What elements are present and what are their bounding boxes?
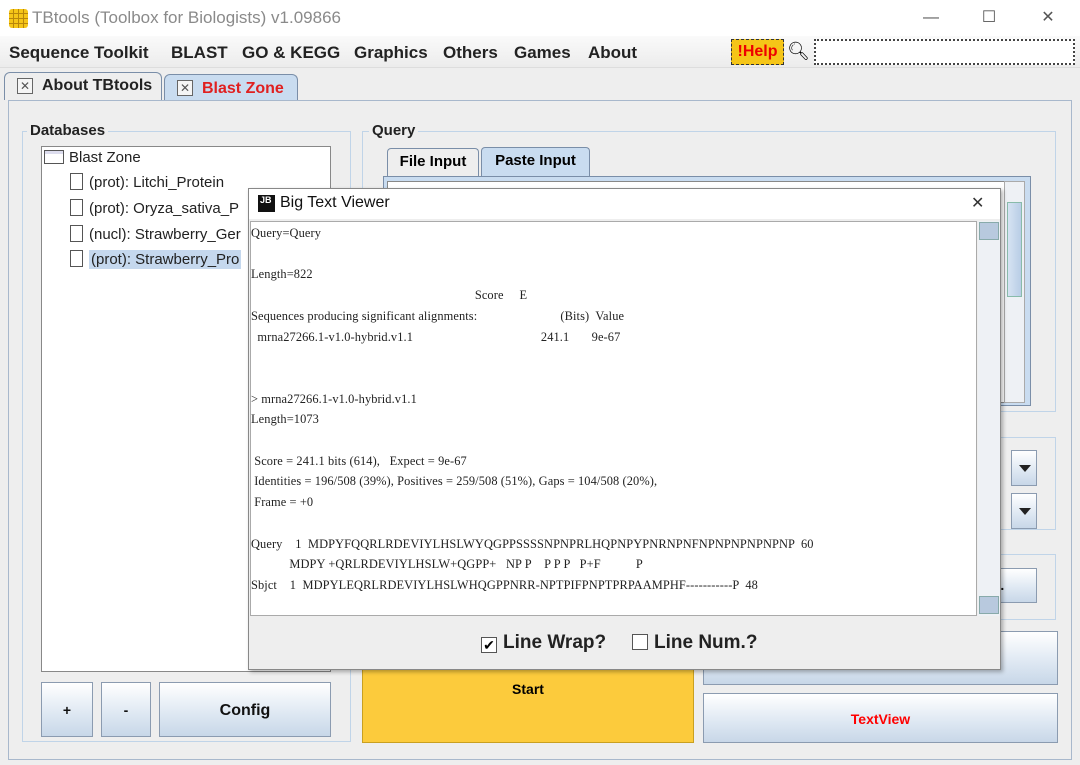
file-icon xyxy=(70,225,83,242)
window-title: TBtools (Toolbox for Biologists) v1.0986… xyxy=(32,8,341,27)
tree-item[interactable]: (prot): Litchi_Protein xyxy=(70,173,224,191)
blast-result-text: Query=Query Length=822 Score E Sequences … xyxy=(251,223,814,596)
line-num-label: Line Num.? xyxy=(654,632,758,653)
tree-item[interactable]: (nucl): Strawberry_Ger xyxy=(70,225,241,243)
text-line xyxy=(251,347,814,368)
text-line: Query=Query xyxy=(251,226,322,240)
menu-graphics[interactable]: Graphics xyxy=(354,43,428,63)
text-line xyxy=(251,368,814,389)
chevron-down-icon[interactable] xyxy=(1011,450,1037,486)
menu-games[interactable]: Games xyxy=(514,43,571,63)
result-scrollbar[interactable] xyxy=(978,221,1000,616)
tree-item-label: (nucl): Strawberry_Ger xyxy=(89,226,241,243)
remove-database-button[interactable]: - xyxy=(101,682,151,737)
app-logo-icon xyxy=(9,9,28,28)
text-line xyxy=(251,513,814,534)
scroll-up-icon[interactable] xyxy=(979,222,999,240)
text-line: Score E xyxy=(251,288,528,303)
line-wrap-label: Line Wrap? xyxy=(503,632,607,653)
tab-about-tbtools[interactable]: ✕ About TBtools xyxy=(4,72,162,100)
tree-item-label: (prot): Strawberry_Pro xyxy=(89,250,242,269)
text-line: Sbjct 1 MDPYLEQRLRDEVIYLHSLWHQGPPNRR-NPT… xyxy=(251,577,758,592)
menu-blast[interactable]: BLAST xyxy=(171,43,228,63)
tree-root[interactable]: Blast Zone xyxy=(44,149,141,166)
tree-item-label: (prot): Litchi_Protein xyxy=(89,174,225,191)
text-line: Score = 241.1 bits (614), Expect = 9e-67 xyxy=(251,453,467,468)
search-icon[interactable]: 🔍︎ xyxy=(787,41,810,62)
dialog-title-bar: JB _ Big Text Viewer ✕ xyxy=(249,189,1000,219)
line-wrap-checkbox[interactable]: ✔ Line Wrap? xyxy=(481,632,606,654)
checkbox-unchecked-icon[interactable] xyxy=(632,634,648,650)
query-scrollbar[interactable] xyxy=(1004,181,1025,403)
close-button[interactable]: ✕ xyxy=(1033,6,1063,30)
text-line: > mrna27266.1-v1.0-hybrid.v1.1 xyxy=(251,391,417,406)
tree-root-label: Blast Zone xyxy=(69,149,141,166)
tree-item-label: (prot): Oryza_sativa_P xyxy=(89,200,240,217)
tab-label: About TBtools xyxy=(42,77,153,94)
menu-others[interactable]: Others xyxy=(443,43,498,63)
file-icon xyxy=(70,199,83,216)
file-icon xyxy=(70,173,83,190)
file-icon xyxy=(70,250,83,267)
line-num-checkbox[interactable]: Line Num.? xyxy=(632,632,757,654)
chevron-down-icon[interactable] xyxy=(1011,493,1037,529)
textview-button[interactable]: TextView xyxy=(703,693,1058,743)
text-line: MDPY +QRLRDEVIYLHSLW+QGPP+ NP P P P P P+… xyxy=(251,557,643,572)
scroll-down-icon[interactable] xyxy=(979,596,999,614)
text-line: Sequences producing significant alignmen… xyxy=(251,308,625,323)
close-tab-icon[interactable]: ✕ xyxy=(17,78,33,94)
tab-label: Blast Zone xyxy=(202,80,284,97)
title-bar: TBtools (Toolbox for Biologists) v1.0986… xyxy=(0,0,1080,36)
minimize-button[interactable]: — xyxy=(916,6,946,30)
folder-icon xyxy=(44,150,64,164)
text-line: mrna27266.1-v1.0-hybrid.v1.1 241.1 9e-67 xyxy=(251,329,621,344)
add-database-button[interactable]: + xyxy=(41,682,93,737)
checkbox-checked-icon[interactable]: ✔ xyxy=(481,637,497,653)
query-title: Query xyxy=(369,122,419,139)
tab-blast-zone[interactable]: ✕ Blast Zone xyxy=(164,74,298,101)
big-text-viewer-dialog: JB _ Big Text Viewer ✕ Query=Query Length… xyxy=(248,188,1001,670)
scroll-thumb[interactable] xyxy=(1007,202,1022,297)
close-icon[interactable]: ✕ xyxy=(971,193,984,213)
close-tab-icon[interactable]: ✕ xyxy=(177,80,193,96)
menu-sequence-toolkit[interactable]: Sequence Toolkit xyxy=(9,43,149,63)
jb-logo-icon: JB _ xyxy=(258,195,275,216)
dialog-title: Big Text Viewer xyxy=(280,194,390,211)
tab-file-input[interactable]: File Input xyxy=(387,148,479,176)
text-line: Query 1 MDPYFQQRLRDEVIYLHSLWYQGPPSSSSNPN… xyxy=(251,536,814,551)
tree-item-selected[interactable]: (prot): Strawberry_Pro xyxy=(70,250,242,269)
config-button[interactable]: Config xyxy=(159,682,331,737)
tab-paste-input[interactable]: Paste Input xyxy=(481,147,590,177)
text-line: Length=1073 xyxy=(251,412,319,427)
result-text-area[interactable]: Query=Query Length=822 Score E Sequences … xyxy=(250,221,977,616)
menu-about[interactable]: About xyxy=(588,43,637,63)
menu-go-kegg[interactable]: GO & KEGG xyxy=(242,43,340,63)
help-button[interactable]: !Help xyxy=(731,39,784,65)
text-line: Length=822 xyxy=(251,267,313,282)
text-line: Frame = +0 xyxy=(251,495,314,510)
text-line: Identities = 196/508 (39%), Positives = … xyxy=(251,474,658,489)
text-line xyxy=(251,244,814,265)
search-input[interactable] xyxy=(814,39,1075,65)
text-line xyxy=(251,430,814,451)
databases-title: Databases xyxy=(27,122,109,139)
tree-item[interactable]: (prot): Oryza_sativa_P xyxy=(70,199,239,217)
maximize-button[interactable]: ☐ xyxy=(974,6,1004,30)
